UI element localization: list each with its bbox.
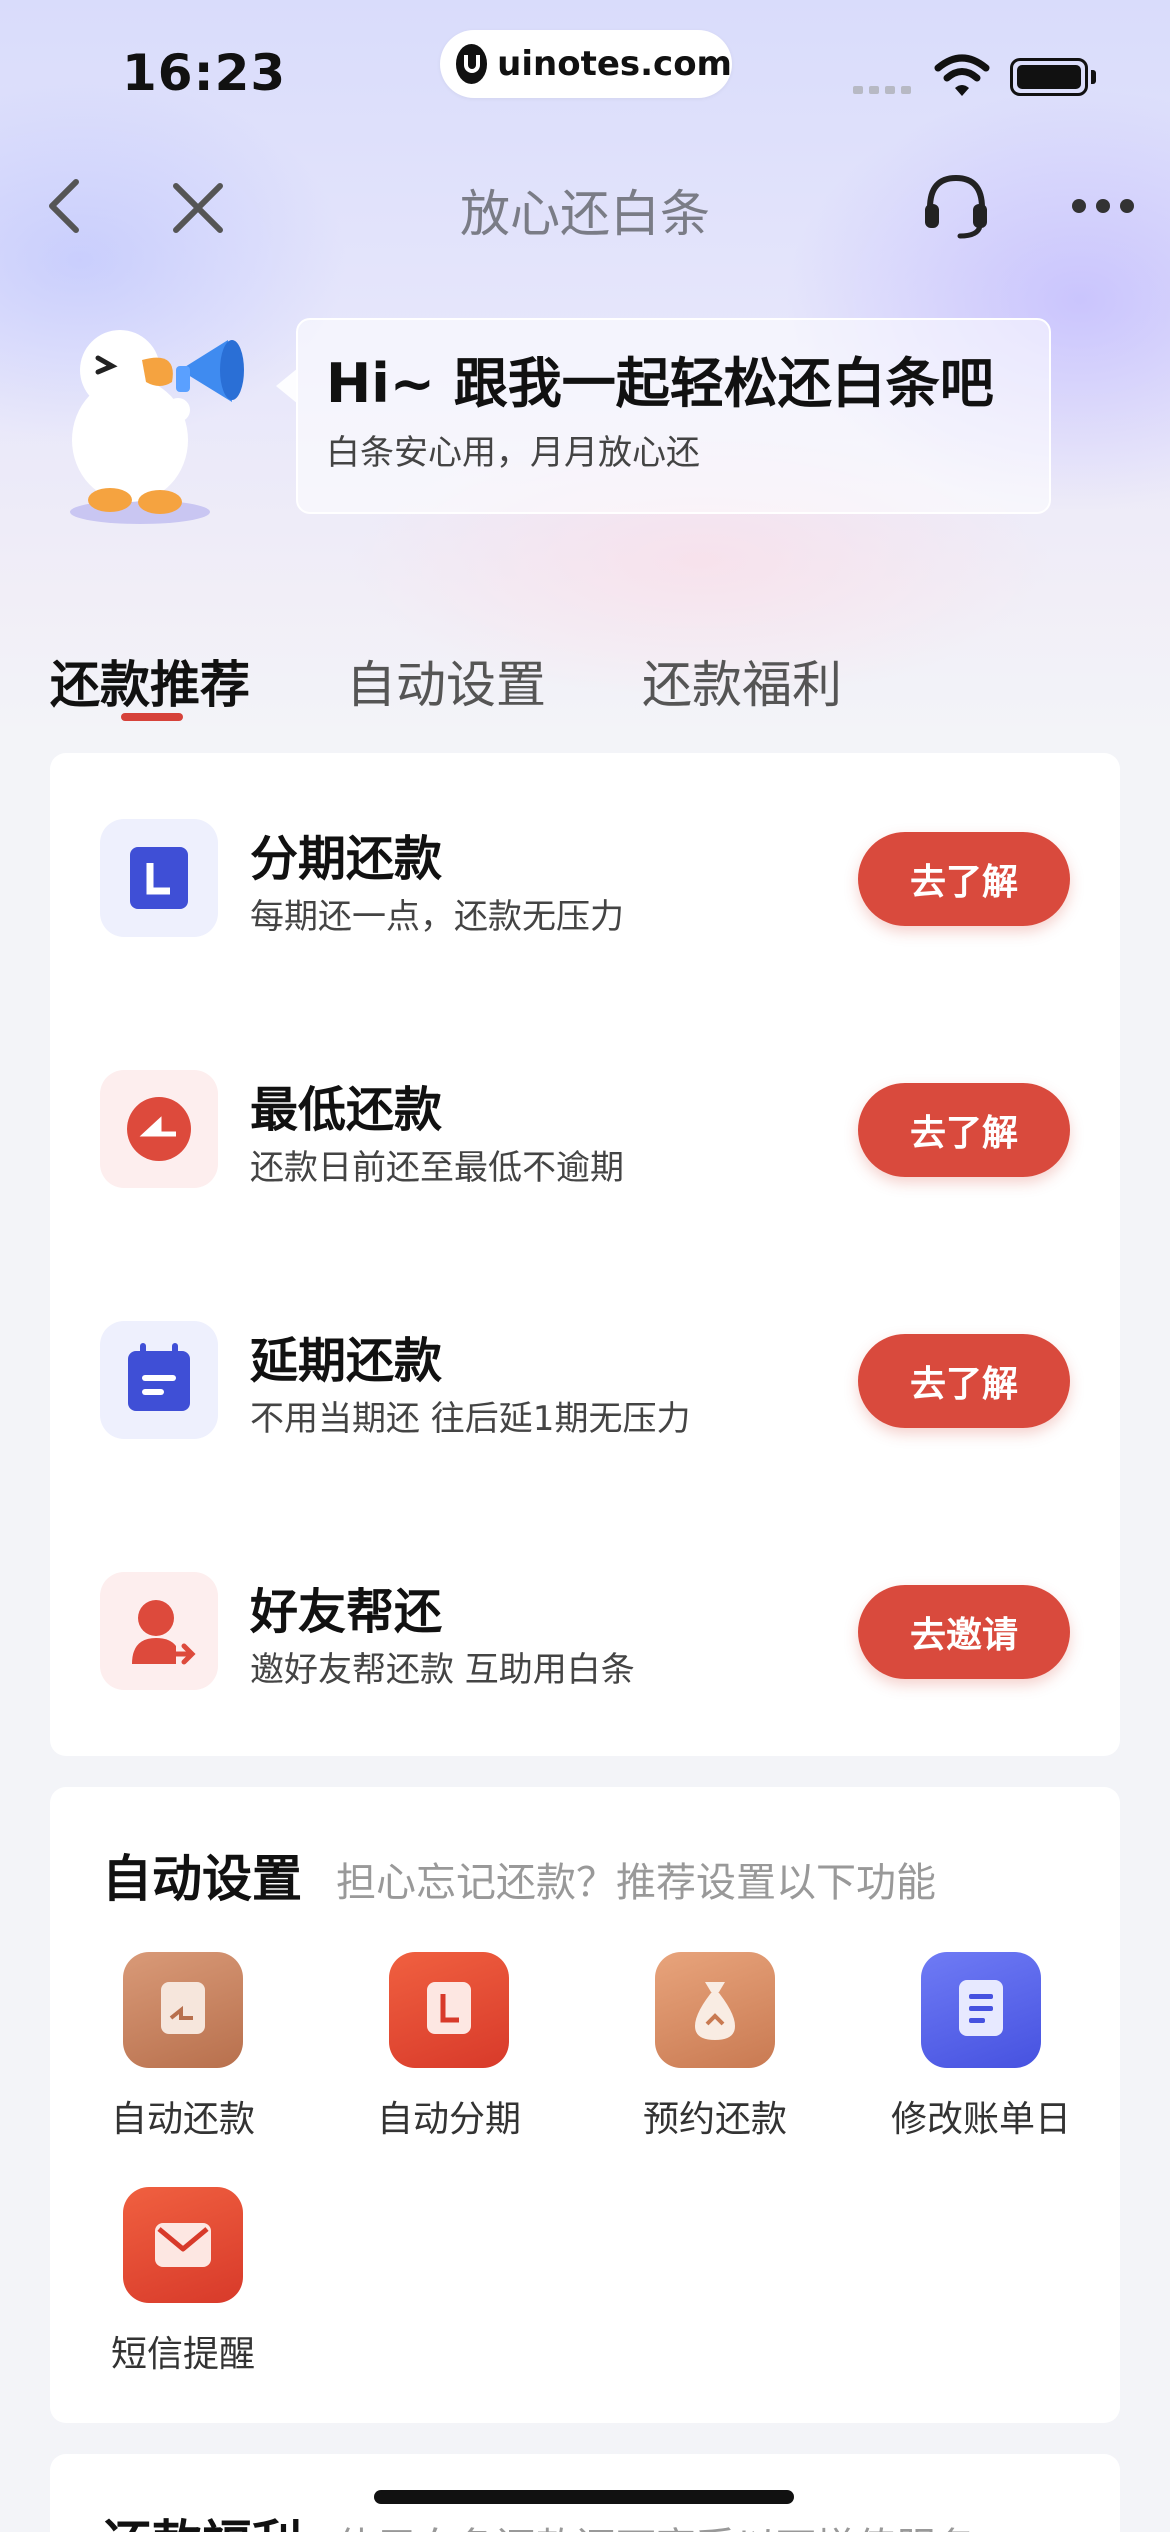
duck-mascot-icon <box>70 330 244 524</box>
tab-repay-benefits[interactable]: 还款福利 <box>642 645 842 717</box>
active-tab-indicator <box>121 713 183 721</box>
section-header: 还款福利 使用白条还款还可享受以下增值服务 <box>102 2504 976 2532</box>
installment-icon <box>100 819 218 937</box>
greeting-title: Hi~ 跟我一起轻松还白条吧 <box>326 352 994 415</box>
learn-more-button[interactable]: 去了解 <box>858 1334 1070 1428</box>
page-title: 放心还白条 <box>460 185 710 243</box>
grid-label: 自动分期 <box>376 2099 521 2140</box>
section-title: 自动设置 <box>102 1850 302 1908</box>
auto-repay-item[interactable]: 自动还款 <box>58 1952 308 2142</box>
url-pill[interactable]: uinotes.com <box>440 30 732 98</box>
status-time: 16:23 <box>122 44 287 102</box>
section-header: 自动设置 担心忘记还款？推荐设置以下功能 <box>102 1839 936 1911</box>
status-bar: 16:23 uinotes.com <box>0 0 1170 150</box>
minimum-pie-icon <box>100 1070 218 1188</box>
row-title: 好友帮还 <box>250 1584 443 1640</box>
greeting-bubble: Hi~ 跟我一起轻松还白条吧 白条安心用，月月放心还 <box>296 318 1051 514</box>
tab-auto-settings[interactable]: 自动设置 <box>346 645 546 717</box>
row-subtitle: 每期还一点，还款无压力 <box>250 897 624 937</box>
money-bag-icon <box>655 1952 775 2068</box>
row-subtitle: 不用当期还 往后延1期无压力 <box>250 1399 691 1439</box>
more-dots-icon[interactable] <box>1070 196 1136 216</box>
site-logo-icon <box>456 44 488 84</box>
learn-more-button[interactable]: 去了解 <box>858 1083 1070 1177</box>
bubble-tail <box>276 368 298 404</box>
greeting-subtitle: 白条安心用，月月放心还 <box>326 433 700 474</box>
list-item: 好友帮还 邀好友帮还款 互助用白条 去邀请 <box>100 1572 1070 1692</box>
battery-icon <box>1010 58 1088 96</box>
calendar-icon <box>100 1321 218 1439</box>
section-title: 还款福利 <box>102 2504 302 2532</box>
scheduled-repay-item[interactable]: 预约还款 <box>590 1952 840 2142</box>
learn-more-button[interactable]: 去了解 <box>858 832 1070 926</box>
url-text: uinotes.com <box>497 44 732 84</box>
headset-icon[interactable] <box>920 168 992 242</box>
auto-installment-icon <box>389 1952 509 2068</box>
battery-cap <box>1091 70 1096 84</box>
row-subtitle: 还款日前还至最低不逾期 <box>250 1148 624 1188</box>
cellular-signal-icon <box>853 86 911 94</box>
row-title: 最低还款 <box>250 1082 443 1138</box>
grid-label: 自动还款 <box>110 2099 255 2140</box>
grid-label: 短信提醒 <box>110 2334 255 2375</box>
list-item: 延期还款 不用当期还 往后延1期无压力 去了解 <box>100 1321 1070 1441</box>
sms-mail-icon <box>123 2187 243 2303</box>
auto-repay-icon <box>123 1952 243 2068</box>
section-subtitle: 使用白条还款还可享受以下增值服务 <box>336 2515 976 2532</box>
auto-installment-item[interactable]: 自动分期 <box>324 1952 574 2142</box>
bill-date-icon <box>921 1952 1041 2068</box>
change-bill-date-item[interactable]: 修改账单日 <box>856 1952 1106 2142</box>
home-indicator <box>374 2490 794 2504</box>
tab-bar: 还款推荐 自动设置 还款福利 <box>50 645 938 717</box>
row-subtitle: 邀好友帮还款 互助用白条 <box>250 1650 635 1690</box>
tab-repay-recommend[interactable]: 还款推荐 <box>50 645 250 717</box>
section-subtitle: 担心忘记还款？推荐设置以下功能 <box>336 1860 936 1906</box>
wifi-icon <box>934 54 990 96</box>
list-item: 分期还款 每期还一点，还款无压力 去了解 <box>100 819 1070 939</box>
row-title: 延期还款 <box>250 1333 443 1389</box>
invite-button[interactable]: 去邀请 <box>858 1585 1070 1679</box>
repay-options-card: 分期还款 每期还一点，还款无压力 去了解 最低还款 还款日前还至最低不逾期 去了… <box>50 753 1120 1756</box>
friend-share-icon <box>100 1572 218 1690</box>
auto-settings-card: 自动设置 担心忘记还款？推荐设置以下功能 自动还款 自动分期 预约还款 修改账单… <box>50 1787 1120 2423</box>
grid-label: 预约还款 <box>642 2099 787 2140</box>
grid-label: 修改账单日 <box>890 2099 1071 2140</box>
sms-reminder-item[interactable]: 短信提醒 <box>58 2187 308 2377</box>
row-title: 分期还款 <box>250 831 443 887</box>
list-item: 最低还款 还款日前还至最低不逾期 去了解 <box>100 1070 1070 1190</box>
